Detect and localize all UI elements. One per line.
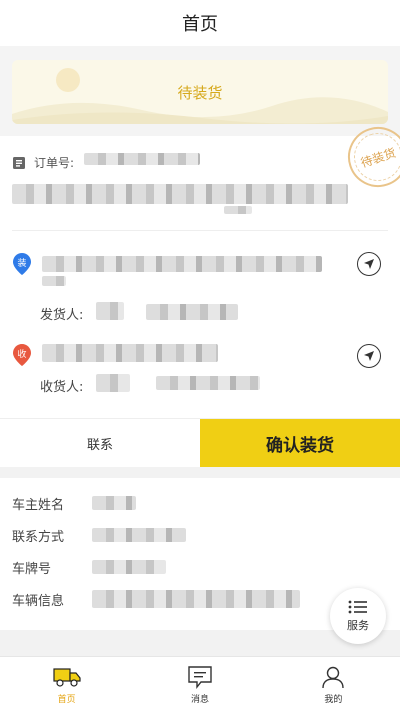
order-card: 订单号: 装 发货人: 收 收货人:: [0, 136, 400, 466]
load-address-value: [42, 256, 322, 272]
contact-button[interactable]: 联系: [0, 419, 200, 467]
confirm-load-button[interactable]: 确认装货: [200, 419, 400, 467]
contact-info-value: [92, 528, 186, 542]
tab-home-label: 首页: [57, 695, 76, 705]
document-icon: [13, 156, 25, 169]
plate-number-label: 车牌号: [12, 562, 52, 577]
unload-address-value: [42, 344, 218, 362]
navigate-arrow-icon: [364, 259, 374, 269]
page-header: 首页: [0, 0, 400, 46]
plate-number-value: [92, 560, 166, 574]
tab-profile-label: 我的: [324, 695, 343, 705]
load-navigate-button[interactable]: [357, 252, 381, 276]
shipper-phone-value: [146, 304, 238, 320]
service-label: 服务: [347, 618, 369, 632]
shipper-name-value: [96, 302, 124, 320]
user-icon: [322, 666, 345, 689]
shipper-label: 发货人:: [40, 308, 84, 323]
status-banner: 待装货: [12, 60, 388, 124]
load-address-value-2: [42, 276, 66, 286]
order-number-value: [84, 153, 200, 165]
contact-info-label: 联系方式: [12, 530, 65, 545]
owner-name-value: [92, 496, 136, 510]
receiver-phone-value: [156, 376, 260, 390]
unload-location-icon: 收: [13, 344, 31, 366]
order-detail-value-2: [224, 206, 252, 214]
stamp-ring: [347, 126, 400, 188]
svg-text:装: 装: [17, 257, 26, 269]
order-detail-value: [12, 184, 348, 204]
list-icon: [348, 600, 367, 613]
order-number-row: 订单号:: [12, 154, 74, 171]
tab-profile[interactable]: 我的: [267, 657, 400, 711]
order-status-text: 待装货: [177, 83, 223, 102]
load-location-icon: 装: [13, 253, 31, 275]
page-title: 首页: [182, 14, 218, 35]
service-button[interactable]: 服务: [330, 588, 386, 644]
truck-icon: [53, 668, 81, 687]
navigate-arrow-icon: [364, 351, 374, 361]
vehicle-info-value: [92, 590, 300, 608]
tab-messages[interactable]: 消息: [133, 657, 266, 711]
message-icon: [188, 666, 212, 689]
receiver-name-value: [96, 374, 130, 392]
status-banner-area: 待装货: [0, 46, 400, 136]
bottom-tab-bar: 首页 消息 我的: [0, 656, 400, 711]
unload-navigate-button[interactable]: [357, 344, 381, 368]
vehicle-info-label: 车辆信息: [12, 594, 65, 609]
receiver-label: 收货人:: [40, 380, 84, 395]
order-number-label: 订单号:: [34, 156, 75, 170]
owner-name-label: 车主姓名: [12, 498, 65, 513]
tab-home[interactable]: 首页: [0, 657, 133, 711]
tab-messages-label: 消息: [190, 695, 209, 705]
svg-text:收: 收: [17, 348, 26, 360]
order-action-bar: 联系 确认装货: [0, 418, 400, 467]
divider: [12, 230, 388, 231]
